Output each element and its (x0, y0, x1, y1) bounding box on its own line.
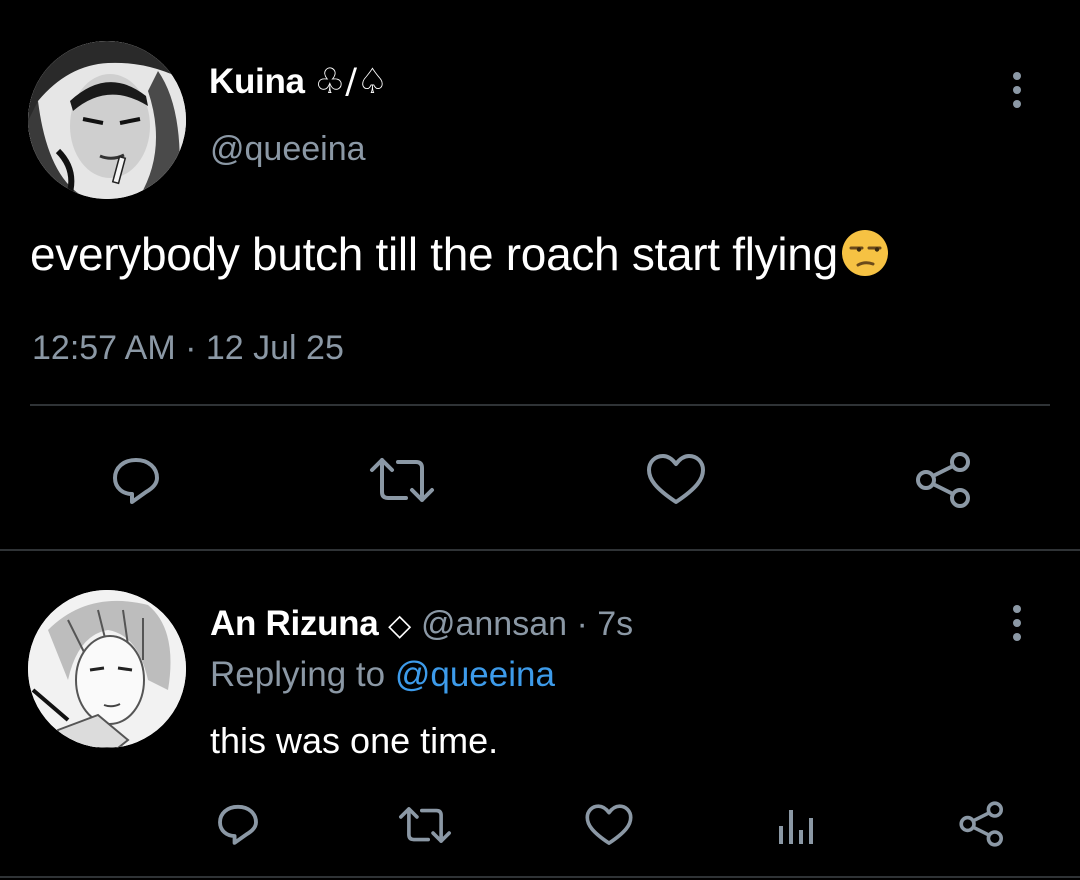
replying-to-handle[interactable]: @queeina (395, 655, 555, 694)
reply-like-button[interactable] (584, 803, 634, 848)
reply-share-button[interactable] (958, 800, 1006, 848)
replying-to-prefix: Replying to (210, 655, 386, 694)
tweet-name-symbols: ♧/♤ (314, 62, 388, 102)
retweet-icon (399, 807, 451, 843)
replying-to-line: Replying to @queeina (210, 653, 555, 697)
tweet-timestamp[interactable]: 12:57 AM · 12 Jul 25 (32, 327, 344, 369)
reply-text: this was one time. (210, 720, 499, 761)
more-dot-icon (1013, 633, 1021, 641)
tweet-display-name: Kuina (209, 62, 305, 101)
reply-name-symbol: ◇ (388, 608, 412, 643)
tweet-reply-button[interactable] (108, 452, 164, 508)
tweet-retweet-button[interactable] (366, 452, 438, 508)
retweet-icon (370, 458, 434, 502)
tweet-divider (30, 404, 1050, 406)
tweet-share-button[interactable] (914, 450, 974, 510)
reply-icon (218, 804, 258, 845)
tweet-like-button[interactable] (645, 452, 707, 508)
avatar-kuina-image (28, 41, 186, 199)
tweet-more-button[interactable] (1013, 72, 1023, 114)
reply-display-name[interactable]: An Rizuna (210, 604, 379, 643)
more-dot-icon (1013, 100, 1021, 108)
reply-more-button[interactable] (1013, 605, 1023, 647)
reply-header: An Rizuna ◇ @annsan · 7s (210, 602, 633, 648)
share-icon (916, 452, 970, 508)
more-dot-icon (1013, 605, 1021, 613)
more-dot-icon (1013, 86, 1021, 94)
reply-icon (113, 458, 159, 504)
tweet-text: everybody butch till the roach start fly… (30, 226, 890, 282)
tweet-author-handle[interactable]: @queeina (210, 128, 366, 170)
tweet-author-name[interactable]: Kuina ♧/♤ (209, 60, 388, 104)
more-dot-icon (1013, 619, 1021, 627)
avatar-an-rizuna-image (28, 590, 186, 748)
section-divider (0, 549, 1080, 551)
reply-analytics-button[interactable] (776, 804, 818, 846)
tweet-text-body: everybody butch till the roach start fly… (30, 228, 838, 280)
more-dot-icon (1013, 72, 1021, 80)
reply-handle-time[interactable]: @annsan · 7s (421, 605, 633, 643)
analytics-icon (779, 810, 813, 844)
reply-retweet-button[interactable] (396, 802, 454, 848)
reply-reply-button[interactable] (214, 800, 262, 848)
avatar-kuina[interactable] (28, 41, 186, 199)
unamused-face-emoji (840, 228, 890, 278)
bottom-divider (0, 876, 1080, 878)
avatar-an-rizuna[interactable] (28, 590, 186, 748)
like-icon (647, 454, 705, 504)
share-icon (959, 801, 1003, 847)
like-icon (585, 804, 633, 845)
